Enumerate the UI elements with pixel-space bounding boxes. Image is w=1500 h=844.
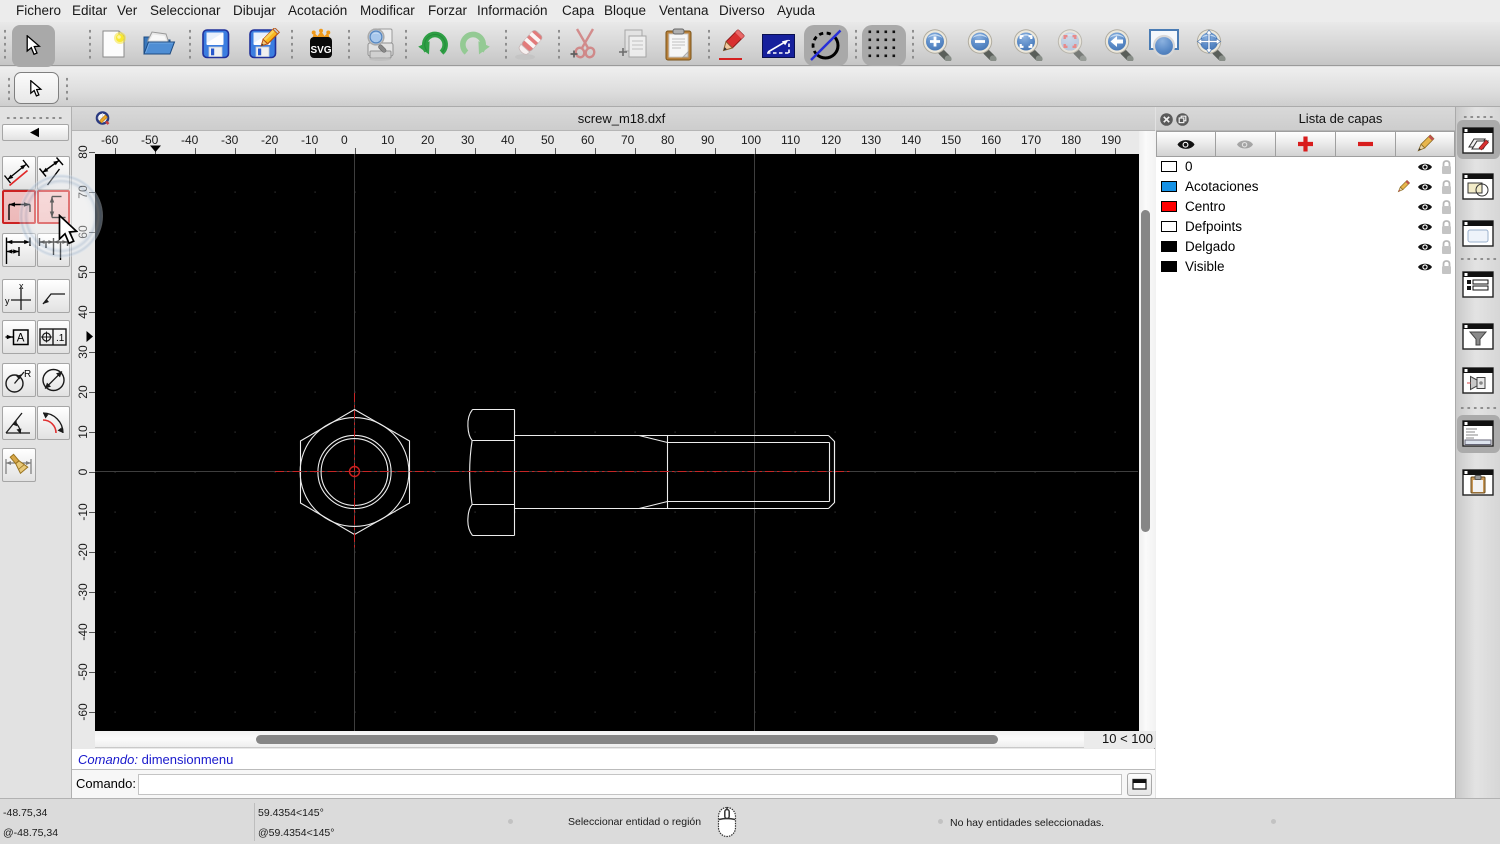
svg-text:.1: .1 <box>56 333 65 344</box>
svg-text:A: A <box>17 333 25 345</box>
svg-text:R: R <box>24 369 31 380</box>
svg-text:y: y <box>5 296 10 306</box>
svg-text:SVG: SVG <box>310 45 331 56</box>
